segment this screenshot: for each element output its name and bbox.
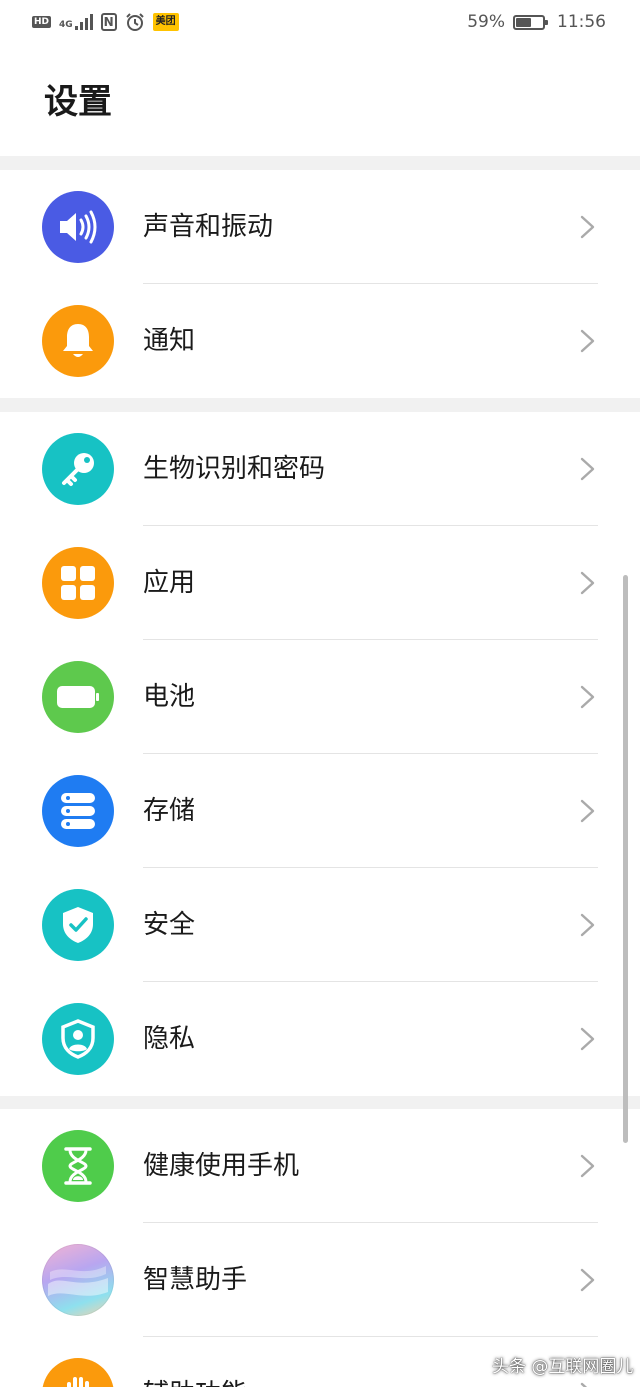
bell-icon: [42, 305, 114, 377]
header: 设置: [0, 44, 640, 156]
chevron-right-icon: [580, 1027, 595, 1051]
settings-item-label: 安全: [143, 910, 196, 940]
chevron-right-icon: [580, 329, 595, 353]
chevron-right-icon: [580, 215, 595, 239]
privacy-shield-icon: [42, 1003, 114, 1075]
settings-item-battery[interactable]: 电池: [0, 640, 640, 754]
settings-item-smart-assistant[interactable]: 智慧助手: [0, 1223, 640, 1337]
settings-item-label: 通知: [143, 326, 196, 356]
meituan-app-icon: 美团: [152, 13, 179, 31]
settings-item-storage[interactable]: 存储: [0, 754, 640, 868]
hd-icon: HD: [32, 16, 52, 28]
settings-item-label: 生物识别和密码: [143, 454, 326, 484]
apps-grid-icon: [42, 547, 114, 619]
chevron-right-icon: [580, 1154, 595, 1178]
chevron-right-icon: [580, 799, 595, 823]
battery-status-icon: [513, 14, 548, 30]
hand-icon: [42, 1358, 114, 1387]
chevron-right-icon: [580, 685, 595, 709]
settings-item-sound[interactable]: 声音和振动: [0, 170, 640, 284]
page-title: 设置: [44, 82, 112, 122]
battery-icon: [42, 661, 114, 733]
settings-item-label: 健康使用手机: [143, 1151, 300, 1181]
settings-group-3: 健康使用手机 智慧助手 辅助功能: [0, 1109, 640, 1387]
settings-item-label: 存储: [143, 796, 196, 826]
key-icon: [42, 433, 114, 505]
settings-item-digital-balance[interactable]: 健康使用手机: [0, 1109, 640, 1223]
status-bar: HD 4G N 美团 59% 11:56: [0, 0, 640, 44]
scrollbar[interactable]: [623, 575, 628, 1143]
settings-item-privacy[interactable]: 隐私: [0, 982, 640, 1096]
assistant-icon: [42, 1244, 114, 1316]
alarm-icon: [125, 13, 144, 31]
shield-check-icon: [42, 889, 114, 961]
settings-item-label: 智慧助手: [143, 1265, 248, 1295]
nfc-icon: N: [100, 13, 117, 31]
settings-item-notifications[interactable]: 通知: [0, 284, 640, 398]
battery-percent: 59%: [467, 12, 505, 32]
signal-icon: 4G: [59, 14, 93, 30]
clock: 11:56: [557, 12, 606, 32]
settings-item-apps[interactable]: 应用: [0, 526, 640, 640]
status-right: 59% 11:56: [467, 12, 606, 32]
chevron-right-icon: [580, 457, 595, 481]
settings-item-label: 应用: [143, 568, 196, 598]
hourglass-icon: [42, 1130, 114, 1202]
storage-icon: [42, 775, 114, 847]
battery-fill: [516, 17, 531, 27]
settings-item-label: 隐私: [143, 1024, 196, 1054]
volume-icon: [42, 191, 114, 263]
settings-item-label: 辅助功能: [143, 1377, 247, 1387]
watermark: 头条 @互联网圈儿: [492, 1357, 634, 1377]
network-type: 4G: [59, 20, 73, 30]
settings-item-label: 电池: [143, 682, 196, 712]
chevron-right-icon: [580, 571, 595, 595]
settings-group-1: 声音和振动 通知: [0, 170, 640, 398]
settings-item-security[interactable]: 安全: [0, 868, 640, 982]
settings-item-label: 声音和振动: [143, 212, 274, 242]
status-left: HD 4G N 美团: [32, 12, 179, 32]
chevron-right-icon: [580, 1268, 595, 1292]
settings-item-biometrics[interactable]: 生物识别和密码: [0, 412, 640, 526]
settings-group-2: 生物识别和密码 应用 电池 存储 安全 隐私: [0, 412, 640, 1096]
chevron-right-icon: [580, 1382, 588, 1387]
chevron-right-icon: [580, 913, 595, 937]
